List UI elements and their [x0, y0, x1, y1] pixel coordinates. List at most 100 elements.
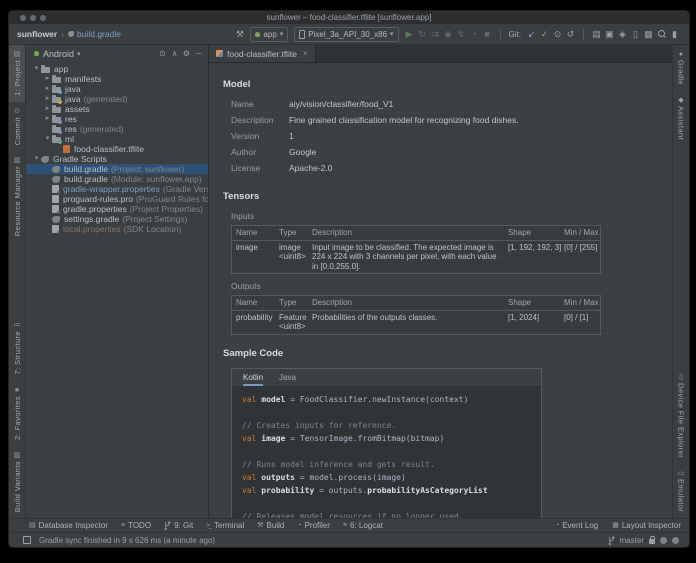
tree-item-res-generated[interactable]: res(generated)	[26, 124, 208, 134]
toolwindow-button-6-logcat[interactable]: 6: Logcat	[343, 521, 383, 530]
tool-button-2-favorites[interactable]: 2: Favorites	[9, 381, 25, 446]
breadcrumb-project[interactable]: sunflower	[17, 29, 57, 39]
update-project-icon[interactable]	[525, 28, 538, 40]
locate-icon[interactable]	[157, 48, 168, 60]
history-icon[interactable]	[551, 28, 564, 40]
tree-item-gradle-properties-project-properties[interactable]: gradle.properties(Project Properties)	[26, 204, 208, 214]
code-token: = model.process(image)	[295, 473, 406, 482]
tree-item-res[interactable]: ▸res	[26, 114, 208, 124]
chevron-right-icon[interactable]: ▸	[43, 94, 52, 104]
tree-item-ml[interactable]: ▾ml	[26, 134, 208, 144]
table-cell: [0] / [1]	[560, 311, 600, 334]
profiler-icon[interactable]	[468, 28, 481, 40]
toolwindow-button-layout-inspector[interactable]: Layout Inspector	[612, 521, 681, 530]
notifications-icon[interactable]	[672, 537, 679, 544]
lock-icon[interactable]	[649, 539, 655, 544]
tree-item-build-gradle-project-sunflower[interactable]: build.gradle(Project: sunflower)	[26, 164, 208, 174]
code-block[interactable]: val model = FoodClassifier.newInstance(c…	[232, 386, 541, 519]
assistant-icon	[678, 97, 683, 104]
stop-icon[interactable]	[481, 28, 494, 40]
tool-button-device-file-explorer[interactable]: Device File Explorer	[673, 368, 689, 464]
model-property-row: AuthorGoogle	[231, 147, 658, 163]
settings-icon[interactable]	[181, 48, 192, 60]
favorites-icon	[14, 387, 20, 394]
folder-res-icon	[52, 127, 61, 133]
tree-item-java-generated[interactable]: ▸java(generated)	[26, 94, 208, 104]
gradle-icon	[41, 156, 49, 163]
tree-item-label: build.gradle	[64, 164, 108, 174]
debug-icon[interactable]	[442, 28, 455, 40]
layout-toggle-icon[interactable]	[668, 28, 681, 40]
tree-item-java[interactable]: ▸java	[26, 84, 208, 94]
chevron-down-icon[interactable]: ▾	[43, 134, 52, 144]
breadcrumb-file[interactable]: build.gradle	[77, 29, 121, 39]
device-manager-icon[interactable]	[629, 28, 642, 40]
tab-kotlin[interactable]: Kotlin	[243, 369, 263, 386]
toolwindow-button-build[interactable]: Build	[257, 521, 284, 530]
tree-item-manifests[interactable]: ▸ manifests	[26, 74, 208, 84]
chevron-down-icon[interactable]: ▾	[32, 64, 41, 74]
property-value: Fine grained classification model for re…	[289, 115, 519, 125]
hide-icon[interactable]	[193, 48, 204, 60]
commit-icon[interactable]	[538, 28, 551, 40]
code-line: // Runs model inference and gets result.	[242, 458, 531, 471]
toolwindow-button-todo[interactable]: TODO	[121, 521, 151, 530]
tree-item-local-properties-sdk-location[interactable]: local.properties(SDK Location)	[26, 224, 208, 234]
status-indicator-icon[interactable]	[660, 537, 667, 544]
toolwindow-switcher-icon[interactable]	[23, 536, 31, 544]
tool-button-emulator[interactable]: Emulator	[673, 464, 689, 518]
toolwindow-button-9-git[interactable]: 9: Git	[164, 521, 193, 530]
tool-button-7-structure[interactable]: 7: Structure	[9, 316, 25, 381]
tool-button-1-project[interactable]: 1: Project	[9, 45, 25, 102]
tree-item-proguard-rules-pro-proguard-rules-for-sunflo[interactable]: proguard-rules.pro(ProGuard Rules for su…	[26, 194, 208, 204]
chevron-right-icon[interactable]: ▸	[43, 114, 52, 124]
tree-item-gradle-wrapper-properties-gradle-version[interactable]: gradle-wrapper.properties(Gradle Version…	[26, 184, 208, 194]
editor-tab-food-classifier[interactable]: food-classifier.tflite ×	[209, 45, 316, 62]
tree-item-assets[interactable]: ▸assets	[26, 104, 208, 114]
folder-icon	[52, 107, 61, 113]
tool-button-build-variants[interactable]: Build Variants	[9, 446, 25, 518]
apply-changes-icon[interactable]	[416, 28, 429, 40]
gradle-sync-icon[interactable]	[616, 28, 629, 40]
run-icon[interactable]	[403, 28, 416, 40]
toolwindow-button-profiler[interactable]: Profiler	[297, 521, 330, 530]
tree-item-label: java	[65, 94, 81, 104]
close-icon[interactable]: ×	[303, 49, 308, 58]
search-icon[interactable]	[655, 28, 668, 40]
toolwindow-button-label: Event Log	[562, 521, 598, 530]
toolwindow-button-event-log[interactable]: Event Log	[555, 521, 598, 530]
tree-item-suffix: (generated)	[80, 124, 124, 134]
sdk-manager-icon[interactable]	[642, 28, 655, 40]
tree-item-build-gradle-module-sunflower-app[interactable]: build.gradle(Module: sunflower.app)	[26, 174, 208, 184]
rollback-icon[interactable]	[564, 28, 577, 40]
build-hammer-icon[interactable]	[233, 28, 246, 40]
tool-button-commit[interactable]: Commit	[9, 102, 25, 151]
tab-java[interactable]: Java	[279, 369, 296, 386]
attach-debugger-icon[interactable]	[455, 28, 468, 40]
git-branch-name[interactable]: master	[620, 536, 644, 545]
tree-item-food-classifier-tflite[interactable]: food-classifier.tflite	[26, 144, 208, 154]
device-select[interactable]: Pixel_3a_API_30_x86 ▾	[294, 27, 398, 42]
tool-button-resource-manager[interactable]: Resource Manager	[9, 151, 25, 242]
project-view-mode[interactable]: Android	[43, 49, 74, 59]
chevron-right-icon[interactable]: ▸	[43, 104, 52, 114]
chevron-right-icon[interactable]: ▸	[43, 84, 52, 94]
tool-button-gradle[interactable]: Gradle	[673, 45, 689, 91]
inputs-table: NameTypeDescriptionShapeMin / Maximageim…	[231, 225, 601, 274]
recent-files-icon[interactable]	[590, 28, 603, 40]
tree-item-label: manifests	[65, 74, 101, 84]
folder-icon	[41, 67, 50, 73]
window-tool-icon[interactable]	[603, 28, 616, 40]
toolwindow-button-database-inspector[interactable]: Database Inspector	[29, 521, 108, 530]
tree-item-settings-gradle-project-settings[interactable]: settings.gradle(Project Settings)	[26, 214, 208, 224]
apply-code-changes-icon[interactable]	[429, 28, 442, 40]
chevron-right-icon[interactable]: ▸	[43, 74, 52, 84]
tree-item-app[interactable]: ▾app	[26, 64, 208, 74]
tool-button-assistant[interactable]: Assistant	[673, 91, 689, 146]
run-configuration-select[interactable]: app ▾	[250, 27, 288, 42]
tree-item-gradle-scripts[interactable]: ▾Gradle Scripts	[26, 154, 208, 164]
toolwindow-button-terminal[interactable]: Terminal	[206, 521, 244, 530]
tree-item-suffix: (Gradle Version)	[163, 184, 208, 194]
chevron-down-icon[interactable]: ▾	[32, 154, 41, 164]
collapse-all-icon[interactable]	[169, 48, 180, 60]
